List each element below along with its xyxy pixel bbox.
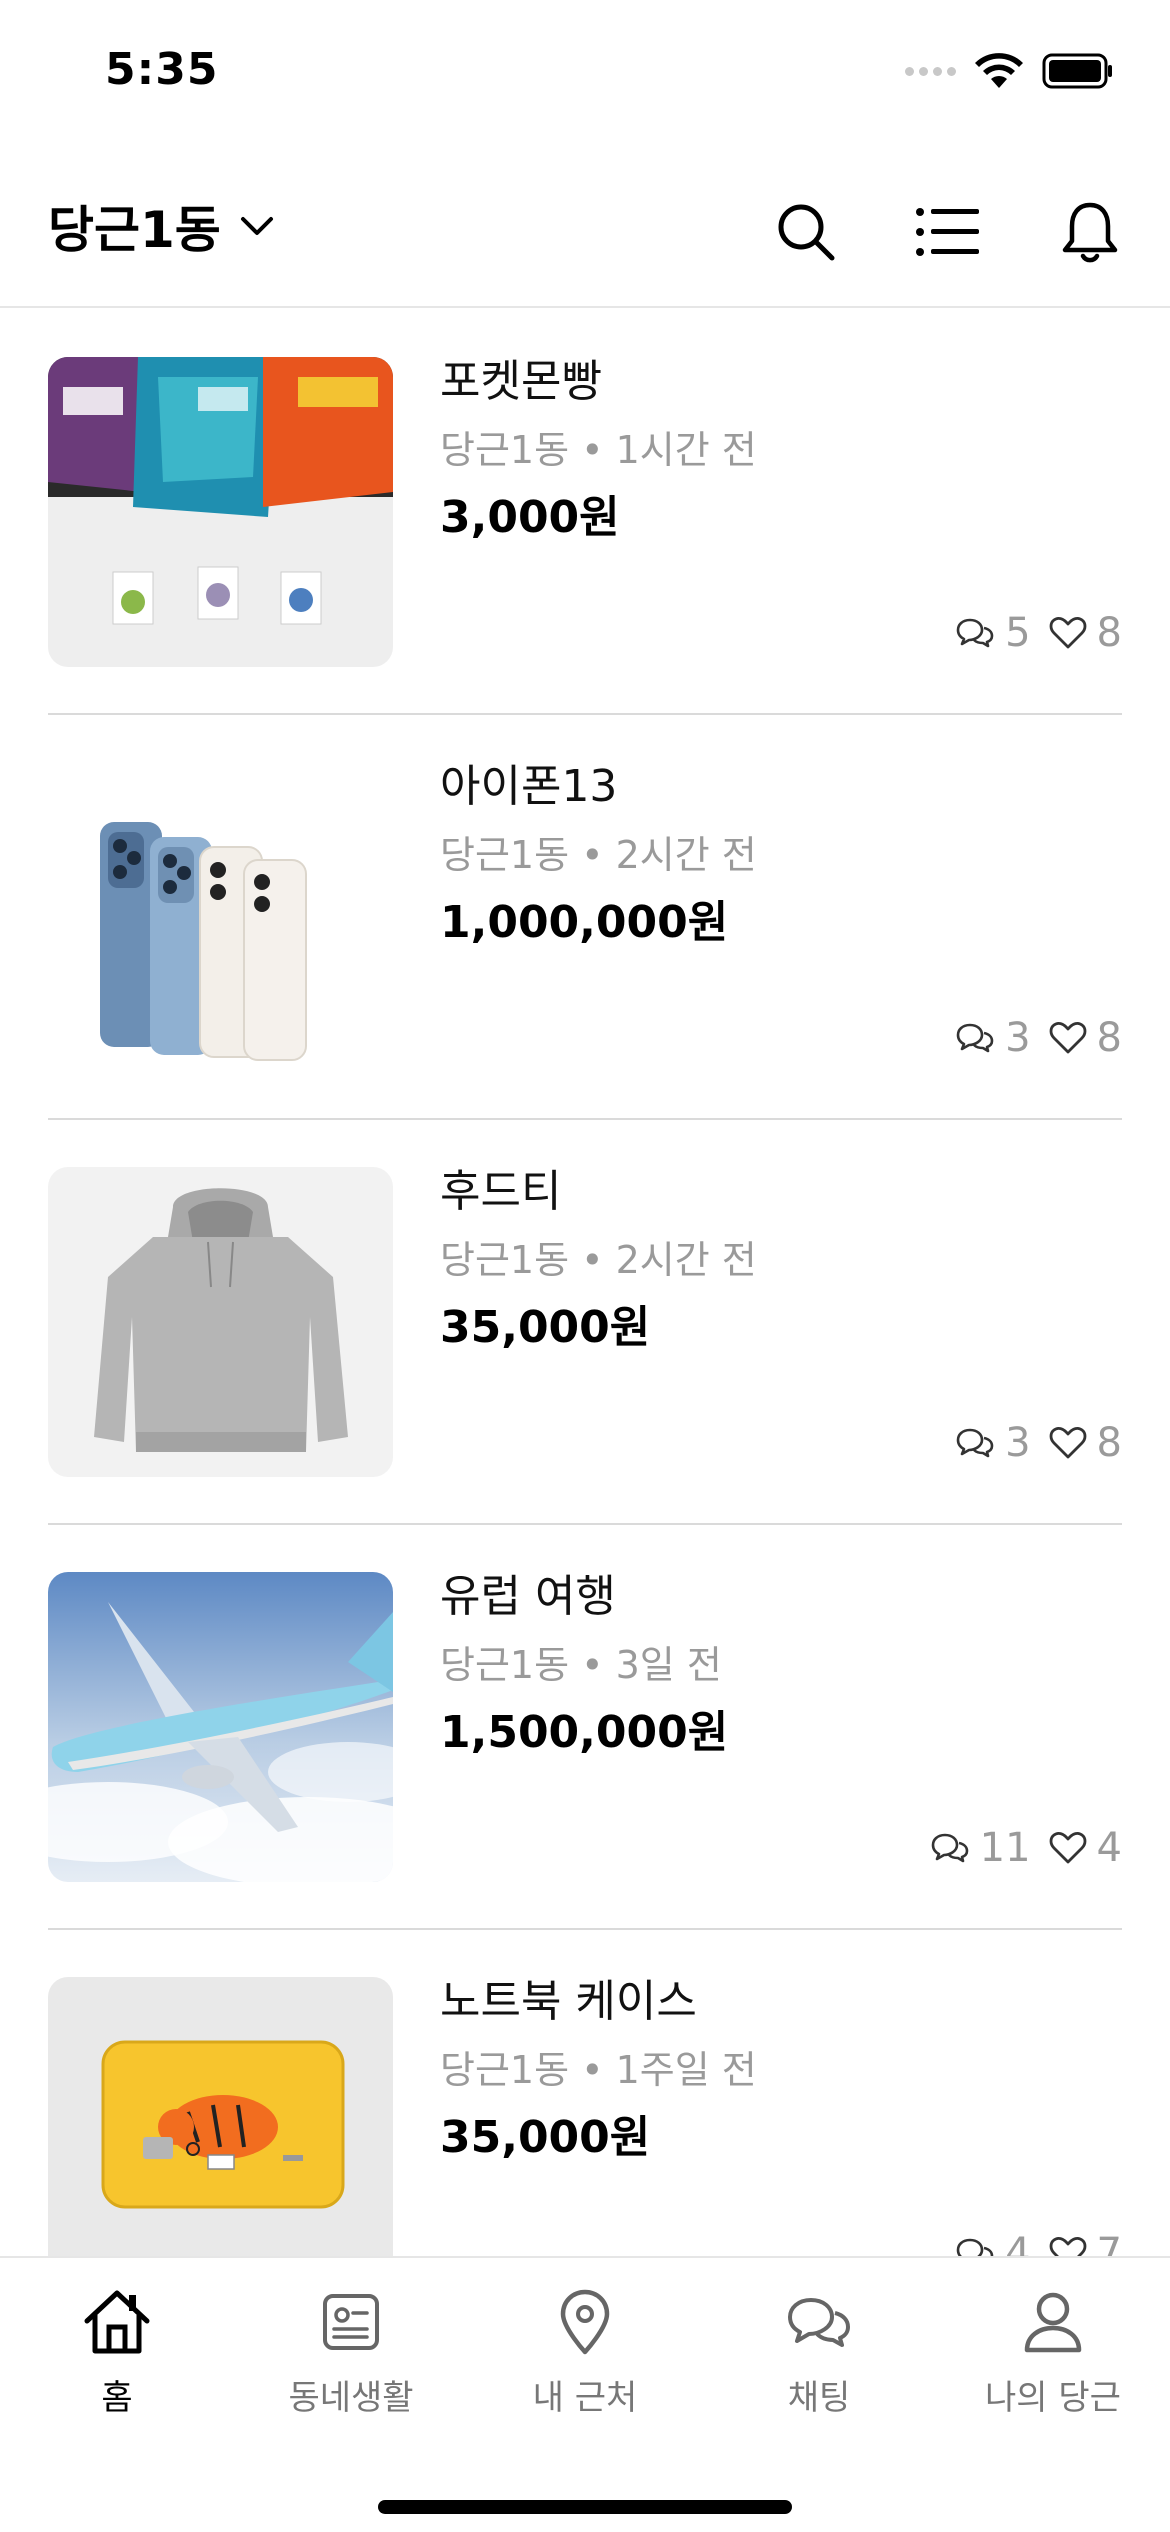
product-title: 유럽 여행 (440, 1571, 616, 1622)
status-bar: 5:35 (0, 0, 1170, 150)
status-indicators (905, 52, 1114, 90)
comment-count: 3 (1005, 1420, 1031, 1466)
location-title: 당근1동 (48, 201, 221, 259)
heart-icon (1049, 2236, 1086, 2256)
product-item[interactable]: 포켓몬빵 당근1동 • 1시간 전 3,000원 5 8 (48, 310, 1122, 715)
wifi-icon (975, 53, 1023, 88)
heart-icon (1049, 1021, 1086, 1054)
product-price: 3,000원 (440, 492, 620, 543)
comment-count: 4 (1005, 2230, 1031, 2256)
like-count: 8 (1096, 1015, 1122, 1061)
location-selector[interactable]: 당근1동 (48, 190, 275, 262)
product-thumbnail-pokemon-bread (48, 357, 393, 667)
product-item[interactable]: 아이폰13 당근1동 • 2시간 전 1,000,000원 3 8 (48, 715, 1122, 1120)
bell-icon (1062, 202, 1118, 263)
tab-chat[interactable]: 채팅 (702, 2282, 936, 2419)
like-count: 4 (1096, 1825, 1122, 1871)
product-counts: 3 8 (955, 1420, 1122, 1466)
comment-count: 11 (979, 1825, 1031, 1871)
product-price: 1,000,000원 (440, 897, 729, 948)
cellular-signal-icon (905, 66, 956, 76)
product-title: 포켓몬빵 (440, 356, 602, 407)
product-item[interactable]: 후드티 당근1동 • 2시간 전 35,000원 3 8 (48, 1120, 1122, 1525)
comment-count: 3 (1005, 1015, 1031, 1061)
tab-my-profile[interactable]: 나의 당근 (936, 2282, 1170, 2419)
search-button[interactable] (766, 192, 846, 272)
chat-icon (788, 2298, 850, 2347)
product-item[interactable]: 노트북 케이스 당근1동 • 1주일 전 35,000원 4 7 (48, 1930, 1122, 2256)
product-price: 35,000원 (440, 1302, 651, 1353)
product-counts: 4 7 (955, 2230, 1122, 2256)
product-title: 노트북 케이스 (440, 1976, 697, 2027)
tab-label: 채팅 (787, 2378, 851, 2418)
product-title: 아이폰13 (440, 761, 618, 812)
product-title: 후드티 (440, 1166, 562, 1217)
home-icon (84, 2290, 150, 2354)
chevron-down-icon (240, 217, 273, 235)
product-counts: 3 8 (955, 1015, 1122, 1061)
product-meta: 당근1동 • 3일 전 (440, 1643, 722, 1687)
tab-label: 나의 당근 (985, 2378, 1121, 2418)
product-meta: 당근1동 • 2시간 전 (440, 1238, 757, 1282)
category-menu-button[interactable] (908, 192, 988, 272)
product-price: 35,000원 (440, 2112, 651, 2163)
home-indicator (378, 2500, 792, 2514)
bottom-tab-bar: 홈 동네생활 내 근처 채팅 나의 당근 (0, 2256, 1170, 2532)
tab-label: 내 근처 (532, 2378, 638, 2418)
notification-button[interactable] (1050, 192, 1130, 272)
chat-bubble-icon (956, 1023, 994, 1053)
heart-icon (1049, 1426, 1086, 1459)
tab-neighborhood[interactable]: 동네생활 (234, 2282, 468, 2419)
comment-count: 5 (1005, 610, 1031, 656)
product-price: 1,500,000원 (440, 1707, 729, 1758)
tab-label: 동네생활 (288, 2378, 414, 2418)
chat-bubble-icon (956, 618, 994, 648)
battery-icon (1042, 53, 1112, 89)
search-icon (778, 204, 835, 261)
like-count: 8 (1096, 610, 1122, 656)
location-pin-icon (560, 2289, 610, 2355)
product-meta: 당근1동 • 1시간 전 (440, 428, 757, 472)
tab-home[interactable]: 홈 (0, 2282, 234, 2419)
product-meta: 당근1동 • 1주일 전 (440, 2048, 757, 2092)
like-count: 7 (1096, 2230, 1122, 2256)
neighborhood-icon (323, 2294, 379, 2350)
product-thumbnail-iphone (48, 762, 393, 1072)
list-menu-icon (916, 208, 979, 256)
chat-bubble-icon (931, 1833, 968, 1863)
chat-bubble-icon (956, 2238, 994, 2256)
product-meta: 당근1동 • 2시간 전 (440, 833, 757, 877)
product-counts: 5 8 (955, 610, 1122, 656)
status-time: 5:35 (105, 44, 219, 95)
app-header: 당근1동 (0, 150, 1170, 308)
chat-bubble-icon (956, 1428, 994, 1458)
product-item[interactable]: 유럽 여행 당근1동 • 3일 전 1,500,000원 11 4 (48, 1525, 1122, 1930)
product-thumbnail-hoodie (48, 1167, 393, 1477)
product-counts: 11 4 (930, 1825, 1122, 1871)
heart-icon (1049, 616, 1086, 649)
product-list[interactable]: 포켓몬빵 당근1동 • 1시간 전 3,000원 5 8 아이폰13 당근1동 … (0, 310, 1170, 2256)
like-count: 8 (1096, 1420, 1122, 1466)
product-thumbnail-airplane (48, 1572, 393, 1882)
heart-icon (1049, 1831, 1086, 1864)
tab-nearby[interactable]: 내 근처 (468, 2282, 702, 2419)
person-icon (1024, 2292, 1082, 2353)
product-thumbnail-laptop-case (48, 1977, 393, 2256)
tab-label: 홈 (101, 2378, 133, 2418)
